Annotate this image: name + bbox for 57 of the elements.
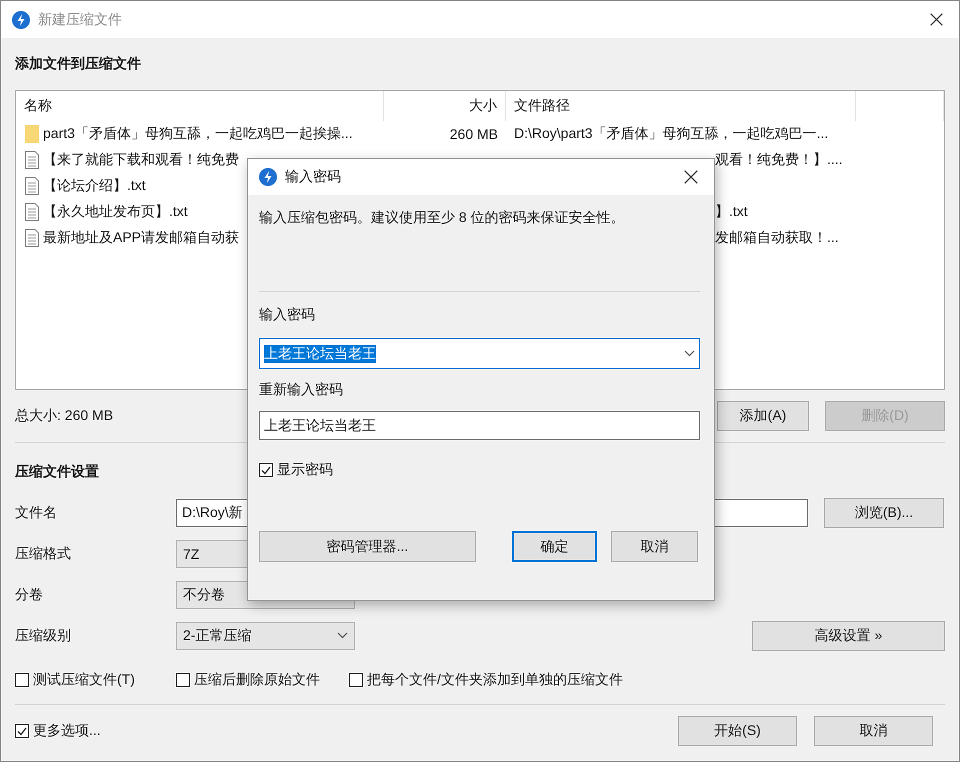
start-button[interactable]: 开始(S) [678, 716, 797, 746]
confirm-password-field[interactable]: 上老王论坛当老王 [259, 411, 700, 440]
checkbox-label: 压缩后删除原始文件 [194, 671, 320, 689]
checkbox-label: 测试压缩文件(T) [33, 671, 135, 689]
column-header[interactable]: 文件路径 [506, 91, 856, 121]
file-path: 】.txt [714, 203, 749, 221]
checkbox[interactable] [259, 463, 273, 477]
field-label: 重新输入密码 [259, 381, 343, 399]
checkbox[interactable] [15, 673, 29, 687]
field-label: 压缩级别 [15, 626, 72, 644]
section-title: 添加文件到压缩文件 [15, 55, 141, 73]
field-label: 文件名 [15, 504, 58, 522]
file-icon [25, 151, 39, 169]
total-size: 总大小: 260 MB [15, 407, 114, 425]
file-path: 观看！纯免费！】.... [714, 151, 844, 169]
file-path: D:\Roy\part3「矛盾体」母狗互舔，一起吃鸡巴一... [513, 125, 830, 143]
checkbox-label: 更多选项... [33, 722, 101, 740]
file-icon [25, 177, 39, 195]
cancel-button[interactable]: 取消 [611, 531, 698, 562]
browse-button[interactable]: 浏览(B)... [824, 498, 944, 528]
cancel-button[interactable]: 取消 [814, 716, 933, 746]
window-title: 新建压缩文件 [38, 10, 123, 28]
checkbox[interactable] [15, 724, 29, 738]
field-label: 分卷 [15, 586, 44, 604]
checkbox[interactable] [176, 673, 190, 687]
dialog-title: 输入密码 [285, 168, 342, 186]
section-title: 压缩文件设置 [15, 462, 99, 480]
column-header[interactable]: 大小 [384, 91, 506, 121]
column-header[interactable]: 名称 [16, 91, 384, 121]
checkbox[interactable] [349, 673, 363, 687]
app-logo-icon [12, 10, 30, 28]
dropdown-field[interactable]: 2-正常压缩 [176, 622, 355, 650]
file-name: 最新地址及APP请发邮箱自动获 [43, 229, 240, 247]
ok-button[interactable]: 确定 [512, 531, 597, 562]
checkbox-label: 把每个文件/文件夹添加到单独的压缩文件 [367, 671, 623, 689]
field-label: 输入密码 [259, 306, 315, 324]
app-logo-icon [259, 168, 277, 186]
file-icon [25, 229, 39, 247]
file-path: 发邮箱自动获取！... [714, 229, 840, 247]
chevron-down-icon [684, 350, 695, 357]
field-label: 压缩格式 [15, 544, 72, 562]
folder-icon [25, 125, 39, 143]
chevron-down-icon [337, 632, 348, 639]
close-icon [930, 13, 943, 26]
checkbox-label: 显示密码 [277, 461, 333, 479]
file-name: 【永久地址发布页】.txt [43, 203, 188, 221]
file-name: part3「矛盾体」母狗互舔，一起吃鸡巴一起挨操... [43, 125, 353, 143]
close-icon [684, 170, 698, 184]
dialog-message: 输入压缩包密码。建议使用至少 8 位的密码来保证安全性。 [259, 209, 625, 225]
file-icon [25, 203, 39, 221]
file-size: 260 MB [448, 126, 499, 142]
advanced-settings-button[interactable]: 高级设置 » [752, 620, 945, 650]
password-field[interactable]: 上老王论坛当老王 [259, 338, 700, 369]
add-button[interactable]: 添加(A) [717, 401, 809, 431]
file-name: 【论坛介绍】.txt [43, 177, 146, 195]
password-manager-button[interactable]: 密码管理器... [259, 531, 476, 562]
file-name: 【来了就能下载和观看！纯免费 [43, 151, 239, 169]
